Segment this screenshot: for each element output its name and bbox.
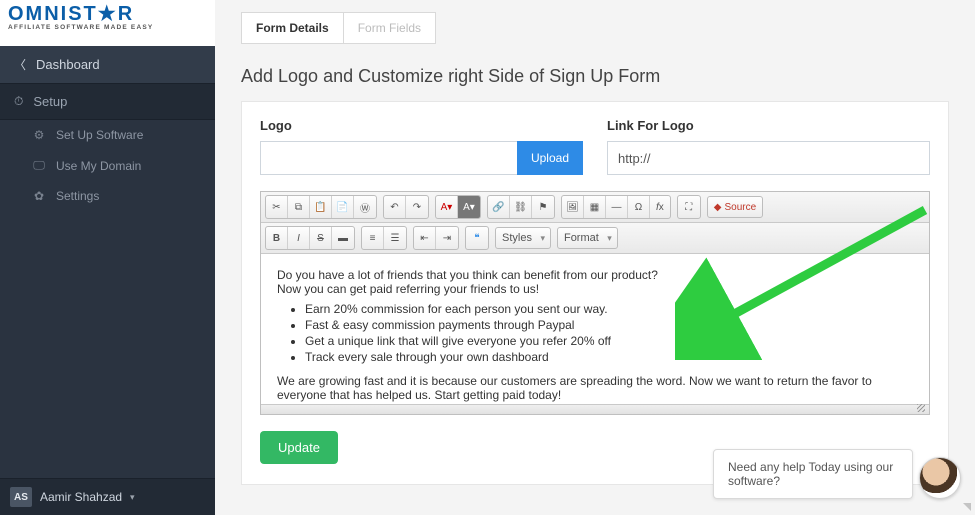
tab-bar: Form Details Form Fields bbox=[241, 12, 975, 44]
logo-label: Logo bbox=[260, 118, 583, 133]
format-select[interactable]: Format bbox=[557, 227, 618, 249]
ol-icon[interactable]: ≡ bbox=[362, 227, 384, 249]
chat-bubble[interactable]: Need any help Today using our software? bbox=[713, 449, 913, 499]
editor-content[interactable]: Do you have a lot of friends that you th… bbox=[261, 254, 929, 404]
update-button[interactable]: Update bbox=[260, 431, 338, 464]
form-card: Logo Upload Link For Logo ✂⧉📋📄Ⓦ ↶↷ A▾A▾ … bbox=[241, 101, 949, 485]
sidebar-item-settings[interactable]: ✿ Settings bbox=[0, 181, 215, 211]
source-button[interactable]: ◆ Source bbox=[707, 196, 763, 218]
chat-widget[interactable]: Need any help Today using our software? bbox=[713, 449, 961, 499]
list-item: Earn 20% commission for each person you … bbox=[305, 302, 913, 316]
table-icon[interactable]: ▦ bbox=[584, 196, 606, 218]
indent-icon[interactable]: ⇥ bbox=[436, 227, 458, 249]
sidebar-item-setup[interactable]: ⏱ Setup bbox=[0, 83, 215, 120]
cogs-icon: ⚙ bbox=[32, 128, 46, 142]
chat-avatar[interactable] bbox=[919, 457, 961, 499]
chevron-left-icon: 〈 bbox=[14, 56, 26, 73]
hr-icon[interactable]: — bbox=[606, 196, 628, 218]
sidebar-item-use-my-domain[interactable]: 🖵 Use My Domain bbox=[0, 150, 215, 181]
sidebar: 〈 Dashboard ⏱ Setup ⚙ Set Up Software 🖵 … bbox=[0, 46, 215, 515]
chevron-down-icon: ▾ bbox=[130, 492, 135, 503]
remove-format-icon[interactable]: ▬ bbox=[332, 227, 354, 249]
bg-color-icon[interactable]: A▾ bbox=[458, 196, 480, 218]
gauge-icon: ⏱ bbox=[14, 94, 23, 109]
list-item: Get a unique link that will give everyon… bbox=[305, 334, 913, 348]
cut-icon[interactable]: ✂ bbox=[266, 196, 288, 218]
list-item: Track every sale through your own dashbo… bbox=[305, 350, 913, 364]
link-input[interactable] bbox=[607, 141, 930, 175]
chat-caret-icon bbox=[963, 503, 971, 511]
link-icon[interactable]: 🔗 bbox=[488, 196, 510, 218]
paste-word-icon[interactable]: Ⓦ bbox=[354, 196, 376, 218]
tab-label: Form Fields bbox=[358, 21, 421, 35]
formula-icon[interactable]: fx bbox=[650, 196, 670, 218]
link-label: Link For Logo bbox=[607, 118, 930, 133]
tab-label: Form Details bbox=[256, 21, 329, 35]
copy-icon[interactable]: ⧉ bbox=[288, 196, 310, 218]
strike-icon[interactable]: S bbox=[310, 227, 332, 249]
sidebar-item-dashboard[interactable]: 〈 Dashboard bbox=[0, 46, 215, 83]
editor-list: Earn 20% commission for each person you … bbox=[305, 302, 913, 364]
sidebar-item-label: Setup bbox=[33, 94, 67, 109]
tab-form-details[interactable]: Form Details bbox=[241, 12, 344, 44]
paste-text-icon[interactable]: 📄 bbox=[332, 196, 354, 218]
monitor-icon: 🖵 bbox=[32, 158, 46, 173]
unlink-icon[interactable]: ⛓ bbox=[510, 196, 532, 218]
anchor-icon[interactable]: ⚑ bbox=[532, 196, 554, 218]
sidebar-item-label: Set Up Software bbox=[56, 128, 143, 142]
redo-icon[interactable]: ↷ bbox=[406, 196, 428, 218]
italic-icon[interactable]: I bbox=[288, 227, 310, 249]
undo-icon[interactable]: ↶ bbox=[384, 196, 406, 218]
chat-text: Need any help Today using our software? bbox=[728, 460, 893, 488]
brand-logo: OMNIST★R AFFILIATE SOFTWARE MADE EASY bbox=[8, 4, 153, 31]
outdent-icon[interactable]: ⇤ bbox=[414, 227, 436, 249]
rich-text-editor: ✂⧉📋📄Ⓦ ↶↷ A▾A▾ 🔗⛓⚑ 🖼▦—Ωfx ⛶ ◆ Source BIS▬… bbox=[260, 191, 930, 415]
select-label: Format bbox=[564, 232, 599, 244]
content-area: Form Details Form Fields Add Logo and Cu… bbox=[215, 0, 975, 515]
bold-icon[interactable]: B bbox=[266, 227, 288, 249]
upload-button[interactable]: Upload bbox=[517, 141, 583, 175]
logo-field-group: Logo Upload bbox=[260, 118, 583, 175]
blockquote-icon[interactable]: ❝ bbox=[466, 227, 488, 249]
paste-icon[interactable]: 📋 bbox=[310, 196, 332, 218]
user-initials: AS bbox=[10, 487, 32, 507]
image-icon[interactable]: 🖼 bbox=[562, 196, 584, 218]
gear-icon: ✿ bbox=[32, 189, 46, 203]
sidebar-item-setup-software[interactable]: ⚙ Set Up Software bbox=[0, 120, 215, 150]
special-char-icon[interactable]: Ω bbox=[628, 196, 650, 218]
source-label: Source bbox=[724, 202, 756, 213]
editor-line: We are growing fast and it is because ou… bbox=[277, 374, 913, 402]
page-title: Add Logo and Customize right Side of Sig… bbox=[241, 66, 975, 87]
logo-text-a: OMNI bbox=[8, 3, 68, 25]
sidebar-user-menu[interactable]: AS Aamir Shahzad ▾ bbox=[0, 478, 215, 515]
maximize-icon[interactable]: ⛶ bbox=[678, 196, 700, 218]
editor-line: Do you have a lot of friends that you th… bbox=[277, 268, 913, 282]
editor-resize-handle[interactable] bbox=[261, 404, 929, 414]
sidebar-item-label: Settings bbox=[56, 189, 99, 203]
logo-text-b: ST★R bbox=[68, 3, 134, 25]
sidebar-item-label: Dashboard bbox=[36, 57, 100, 72]
ul-icon[interactable]: ☰ bbox=[384, 227, 406, 249]
tab-form-fields[interactable]: Form Fields bbox=[343, 12, 436, 44]
select-label: Styles bbox=[502, 232, 532, 244]
sidebar-item-label: Use My Domain bbox=[56, 159, 141, 173]
logo-tagline: AFFILIATE SOFTWARE MADE EASY bbox=[8, 24, 153, 31]
editor-toolbar-row-1: ✂⧉📋📄Ⓦ ↶↷ A▾A▾ 🔗⛓⚑ 🖼▦—Ωfx ⛶ ◆ Source bbox=[261, 192, 929, 223]
editor-line: Now you can get paid referring your frie… bbox=[277, 282, 913, 296]
logo-file-input[interactable] bbox=[260, 141, 517, 175]
text-color-icon[interactable]: A▾ bbox=[436, 196, 458, 218]
user-name: Aamir Shahzad bbox=[40, 490, 122, 504]
link-field-group: Link For Logo bbox=[607, 118, 930, 175]
editor-toolbar-row-2: BIS▬ ≡☰ ⇤⇥ ❝ Styles Format bbox=[261, 223, 929, 254]
styles-select[interactable]: Styles bbox=[495, 227, 551, 249]
list-item: Fast & easy commission payments through … bbox=[305, 318, 913, 332]
